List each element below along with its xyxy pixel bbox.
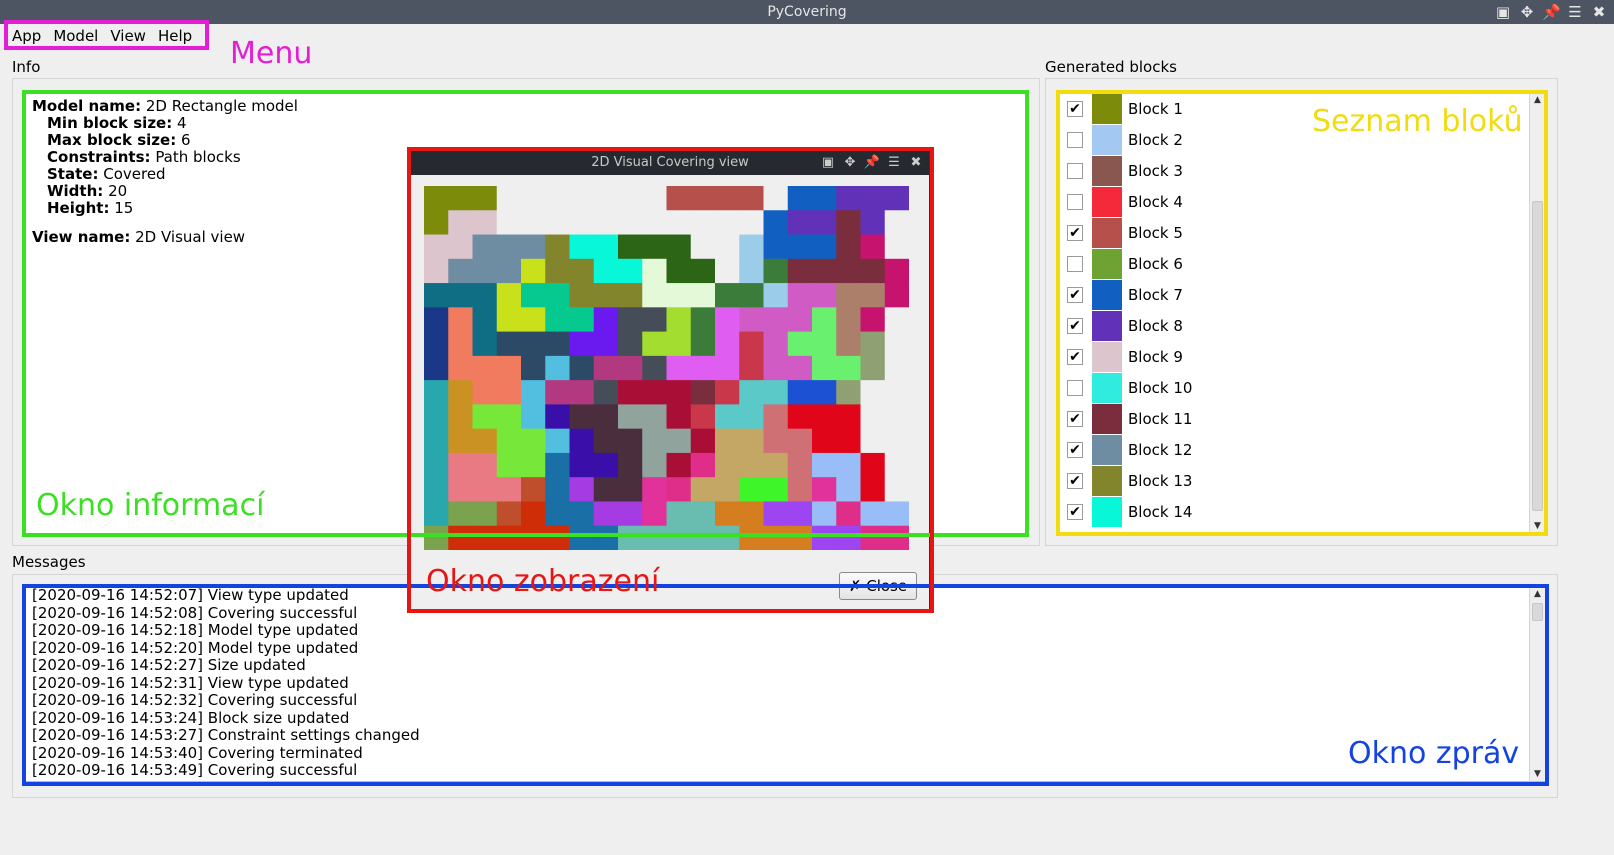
window-title: PyCovering: [767, 4, 847, 20]
messages-annotation-box: [22, 584, 1549, 786]
info-group-label: Info: [12, 58, 41, 76]
minimize-icon[interactable]: ▣: [1494, 3, 1512, 21]
window-titlebar: PyCovering ▣ ✥ 📌 ☰ ✖: [0, 0, 1614, 24]
menu-annotation-label: Menu: [230, 36, 313, 71]
view-annotation-label: Okno zobrazení: [426, 564, 660, 599]
close-icon[interactable]: ✖: [1590, 3, 1608, 21]
messages-group-label: Messages: [12, 553, 86, 571]
blocks-annotation-box: [1056, 90, 1548, 536]
menu-annotation-box: [4, 20, 209, 50]
info-annotation-label: Okno informací: [36, 488, 265, 523]
blocks-annotation-label: Seznam bloků: [1312, 104, 1523, 139]
messages-annotation-label: Okno zpráv: [1348, 736, 1520, 771]
maximize-icon[interactable]: ☰: [1566, 3, 1584, 21]
view-annotation-box: [407, 147, 934, 613]
blocks-group-label: Generated blocks: [1045, 58, 1177, 76]
pin-icon[interactable]: 📌: [1542, 3, 1561, 21]
move-icon[interactable]: ✥: [1518, 3, 1536, 21]
